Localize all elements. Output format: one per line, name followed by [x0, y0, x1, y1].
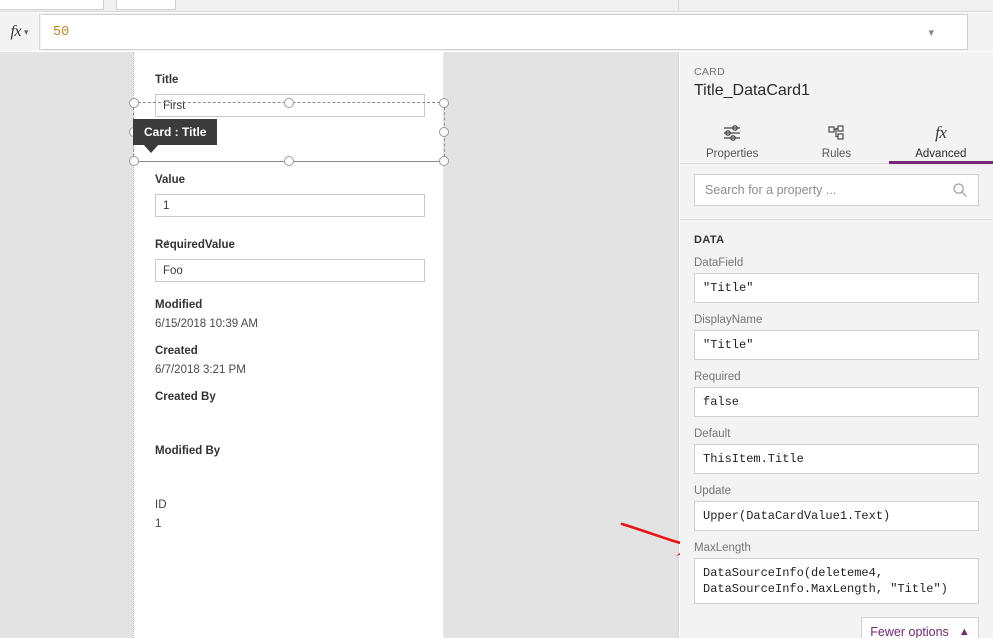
fx-icon: fx: [10, 23, 21, 40]
property-default: Default ThisItem.Title: [694, 428, 979, 474]
form-field-title[interactable]: Title First: [155, 73, 427, 117]
search-input[interactable]: [695, 182, 952, 198]
field-readonly-value: 6/15/2018 10:39 AM: [155, 318, 258, 330]
tab-rules[interactable]: Rules: [784, 118, 888, 163]
powerapps-studio-window: fx ▾ 50 ▾ Title First Value 1 * Required…: [0, 0, 993, 638]
property-label: Update: [694, 485, 732, 497]
property-displayname: DisplayName "Title": [694, 314, 979, 360]
selected-control-label: Card : Title: [144, 125, 207, 139]
field-label: ID: [155, 499, 167, 511]
formula-bar: fx ▾ 50 ▾: [0, 13, 993, 51]
property-label: Required: [694, 371, 741, 383]
field-label: Value: [155, 174, 186, 186]
field-readonly-value: [155, 463, 427, 477]
panel-tabs: Properties Rules fx Advanced: [680, 118, 993, 164]
ribbon-divider: [678, 0, 679, 12]
field-label: Created: [155, 345, 198, 357]
search-icon[interactable]: [952, 182, 978, 198]
property-value-input[interactable]: Upper(DataCardValue1.Text): [694, 501, 979, 531]
panel-control-name: Title_DataCard1: [694, 82, 810, 99]
tab-label: Properties: [705, 148, 759, 160]
fx-icon: fx: [935, 122, 947, 144]
hierarchy-icon: [826, 122, 846, 144]
property-required: Required false: [694, 371, 979, 417]
form-field-id[interactable]: ID 1: [155, 498, 427, 531]
field-label: Modified: [155, 299, 203, 311]
tag-pointer: [143, 144, 159, 153]
chevron-down-icon: ▾: [24, 26, 29, 37]
chevron-up-icon: ▲: [958, 625, 970, 638]
tab-advanced[interactable]: fx Advanced: [888, 118, 993, 164]
field-input[interactable]: Foo: [155, 259, 425, 282]
ribbon-control-right[interactable]: [116, 0, 176, 10]
fx-property-selector-button[interactable]: fx ▾: [0, 14, 40, 50]
property-search-wrapper: [680, 165, 993, 220]
property-value-input[interactable]: DataSourceInfo(deleteme4, DataSourceInfo…: [694, 558, 979, 604]
tab-label: Advanced: [915, 148, 967, 160]
design-canvas-area[interactable]: Title First Value 1 * RequiredValue Foo …: [0, 52, 702, 638]
property-datafield: DataField "Title": [694, 257, 979, 303]
field-label: Title: [155, 74, 179, 86]
field-readonly-value: [155, 409, 427, 423]
field-input[interactable]: 1: [155, 194, 425, 217]
field-input[interactable]: First: [155, 94, 425, 117]
form-field-requiredvalue[interactable]: * RequiredValue Foo: [155, 238, 427, 282]
fewer-options-label: Fewer options: [870, 625, 949, 638]
formula-input[interactable]: 50 ▾: [41, 14, 968, 50]
tab-properties[interactable]: Properties: [680, 118, 784, 163]
property-value-input[interactable]: ThisItem.Title: [694, 444, 979, 474]
property-value-input[interactable]: false: [694, 387, 979, 417]
field-label: Modified By: [155, 445, 221, 457]
field-label: Created By: [155, 391, 216, 403]
toolbar-ribbon-strip: [0, 0, 993, 12]
property-update: Update Upper(DataCardValue1.Text): [694, 485, 979, 531]
required-asterisk-icon: *: [165, 237, 171, 252]
properties-panel: CARD Title_DataCard1 Properties Rules fx…: [680, 52, 993, 638]
property-label: Default: [694, 428, 731, 440]
panel-control-kind: CARD: [694, 66, 725, 78]
property-value-input[interactable]: "Title": [694, 330, 979, 360]
fewer-options-button[interactable]: Fewer options ▲: [861, 617, 979, 638]
form-field-modified[interactable]: Modified 6/15/2018 10:39 AM: [155, 298, 427, 331]
form-field-value[interactable]: Value 1: [155, 173, 427, 217]
search-box[interactable]: [694, 174, 979, 206]
tab-label: Rules: [821, 148, 852, 160]
property-value-input[interactable]: "Title": [694, 273, 979, 303]
property-label: MaxLength: [694, 542, 751, 554]
field-readonly-value: 1: [155, 518, 162, 530]
form-field-modified-by[interactable]: Modified By: [155, 444, 427, 477]
property-maxlength: MaxLength DataSourceInfo(deleteme4, Data…: [694, 542, 979, 604]
ribbon-control-left[interactable]: [0, 0, 104, 10]
property-label: DisplayName: [694, 314, 763, 326]
fx-glyph: fx: [935, 123, 947, 142]
form-field-created[interactable]: Created 6/7/2018 3:21 PM: [155, 344, 427, 377]
section-title-data: DATA: [694, 234, 725, 246]
property-label: DataField: [694, 257, 744, 269]
sliders-icon: [722, 122, 742, 144]
selected-control-tag: Card : Title: [133, 119, 218, 153]
panel-properties-list: DATA DataField "Title" DisplayName "Titl…: [680, 220, 993, 638]
field-readonly-value: 6/7/2018 3:21 PM: [155, 364, 246, 376]
form-field-created-by[interactable]: Created By: [155, 390, 427, 423]
formula-expand-chevron-down-icon[interactable]: ▾: [928, 29, 934, 40]
field-label: RequiredValue: [155, 239, 235, 251]
formula-text: 50: [53, 24, 70, 40]
